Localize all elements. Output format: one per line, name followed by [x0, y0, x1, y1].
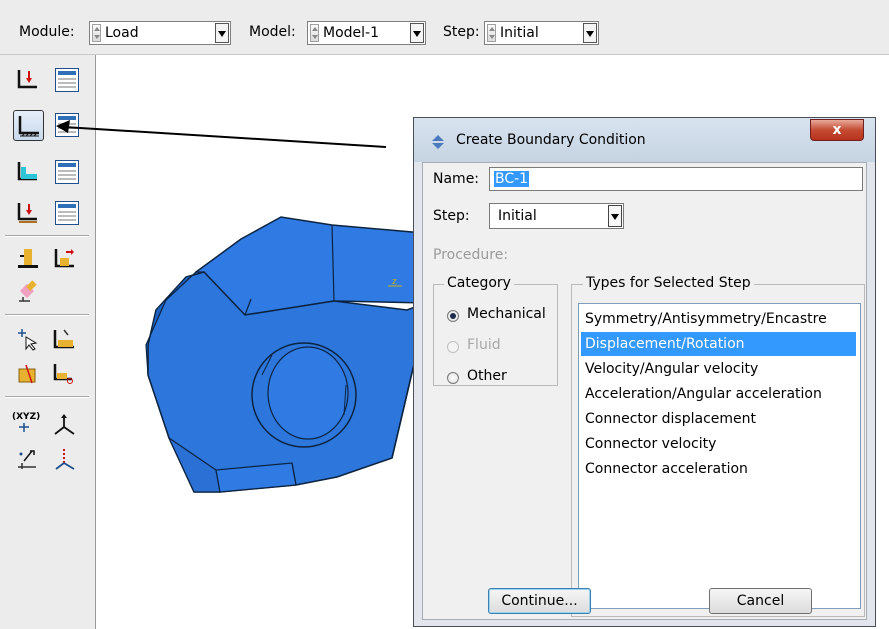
list-item-selected[interactable]: Displacement/Rotation [581, 332, 856, 356]
context-bar: Module: Load Model: Model-1 Step: Initia… [0, 8, 889, 55]
toolbox-divider [5, 396, 89, 398]
spin-icon [92, 24, 101, 42]
procedure-label: Procedure: [433, 247, 509, 263]
create-amplitude-icon[interactable] [52, 246, 76, 270]
chevron-down-icon[interactable] [583, 23, 597, 43]
query-icon[interactable] [16, 447, 40, 471]
step-label: Step: [443, 24, 480, 40]
name-field[interactable]: BC-1 [489, 167, 863, 191]
step-label: Step: [433, 208, 470, 224]
spin-icon [487, 24, 496, 42]
create-load-case-icon[interactable] [16, 200, 40, 224]
partition-face-icon[interactable] [52, 361, 76, 385]
chevron-down-icon[interactable] [215, 23, 229, 43]
create-load-icon[interactable] [16, 67, 40, 91]
category-title: Category [444, 275, 514, 291]
module-value: Load [105, 25, 139, 41]
name-label: Name: [433, 171, 480, 187]
chevron-down-icon[interactable] [608, 205, 622, 227]
load-manager-icon[interactable] [55, 68, 79, 92]
cancel-button[interactable]: Cancel [709, 588, 812, 614]
toolbox-divider [5, 314, 89, 316]
step-combo[interactable]: Initial [484, 21, 599, 45]
datum-csys-icon[interactable] [52, 412, 76, 436]
triad-axis-label: z [392, 277, 397, 287]
model-value: Model-1 [323, 25, 379, 41]
types-title: Types for Selected Step [583, 275, 754, 291]
model-combo[interactable]: Model-1 [307, 21, 426, 45]
partition-icon[interactable] [52, 327, 76, 351]
predefined-field-manager-icon[interactable] [55, 160, 79, 184]
list-item[interactable]: Velocity/Angular velocity [581, 357, 856, 381]
spin-icon [310, 24, 319, 42]
create-boundary-condition-button[interactable] [13, 110, 44, 141]
step-select-value: Initial [498, 208, 537, 224]
coordinates-icon[interactable]: (XYZ) [12, 412, 42, 436]
radio-mechanical[interactable] [447, 310, 459, 322]
edit-tool-icon[interactable] [16, 280, 40, 304]
module-combo[interactable]: Load [89, 21, 231, 45]
create-field-icon[interactable] [16, 246, 40, 270]
partition-cell-icon[interactable] [16, 361, 40, 385]
close-button[interactable]: x [810, 119, 864, 141]
fluid-label[interactable]: Fluid [467, 337, 501, 353]
list-item[interactable]: Connector displacement [581, 407, 856, 431]
close-icon: x [832, 122, 842, 138]
name-value: BC-1 [494, 171, 530, 187]
continue-button[interactable]: Continue... [488, 588, 591, 614]
dialog-title: Create Boundary Condition [456, 132, 646, 148]
module-label: Module: [19, 24, 75, 40]
radio-fluid[interactable] [447, 341, 459, 353]
mechanical-label[interactable]: Mechanical [467, 306, 546, 322]
create-boundary-condition-dialog: Create Boundary Condition x Name: BC-1 S… [413, 117, 876, 627]
list-item[interactable]: Connector acceleration [581, 457, 856, 481]
create-predefined-field-icon[interactable] [16, 159, 40, 183]
datum-axis-icon[interactable] [52, 447, 76, 471]
top-toolbar-strip [0, 0, 889, 8]
chevron-down-icon[interactable] [410, 23, 424, 43]
move-icon [430, 134, 446, 150]
toolbox-divider [5, 235, 89, 237]
annotation-arrow [56, 120, 387, 148]
dialog-client: Name: BC-1 Step: Initial Procedure: Cate… [422, 162, 867, 620]
radio-other[interactable] [447, 372, 459, 384]
other-label[interactable]: Other [467, 368, 507, 384]
selection-icon[interactable] [16, 327, 40, 351]
load-case-manager-icon[interactable] [55, 201, 79, 225]
model-label: Model: [249, 24, 296, 40]
list-item[interactable]: Acceleration/Angular acceleration [581, 382, 856, 406]
step-select[interactable]: Initial [489, 203, 624, 229]
step-value: Initial [500, 25, 539, 41]
list-item[interactable]: Symmetry/Antisymmetry/Encastre [581, 307, 856, 331]
list-item[interactable]: Connector velocity [581, 432, 856, 456]
coordinates-text: (XYZ) [12, 412, 41, 422]
types-listbox[interactable]: Symmetry/Antisymmetry/Encastre Displacem… [578, 303, 861, 609]
